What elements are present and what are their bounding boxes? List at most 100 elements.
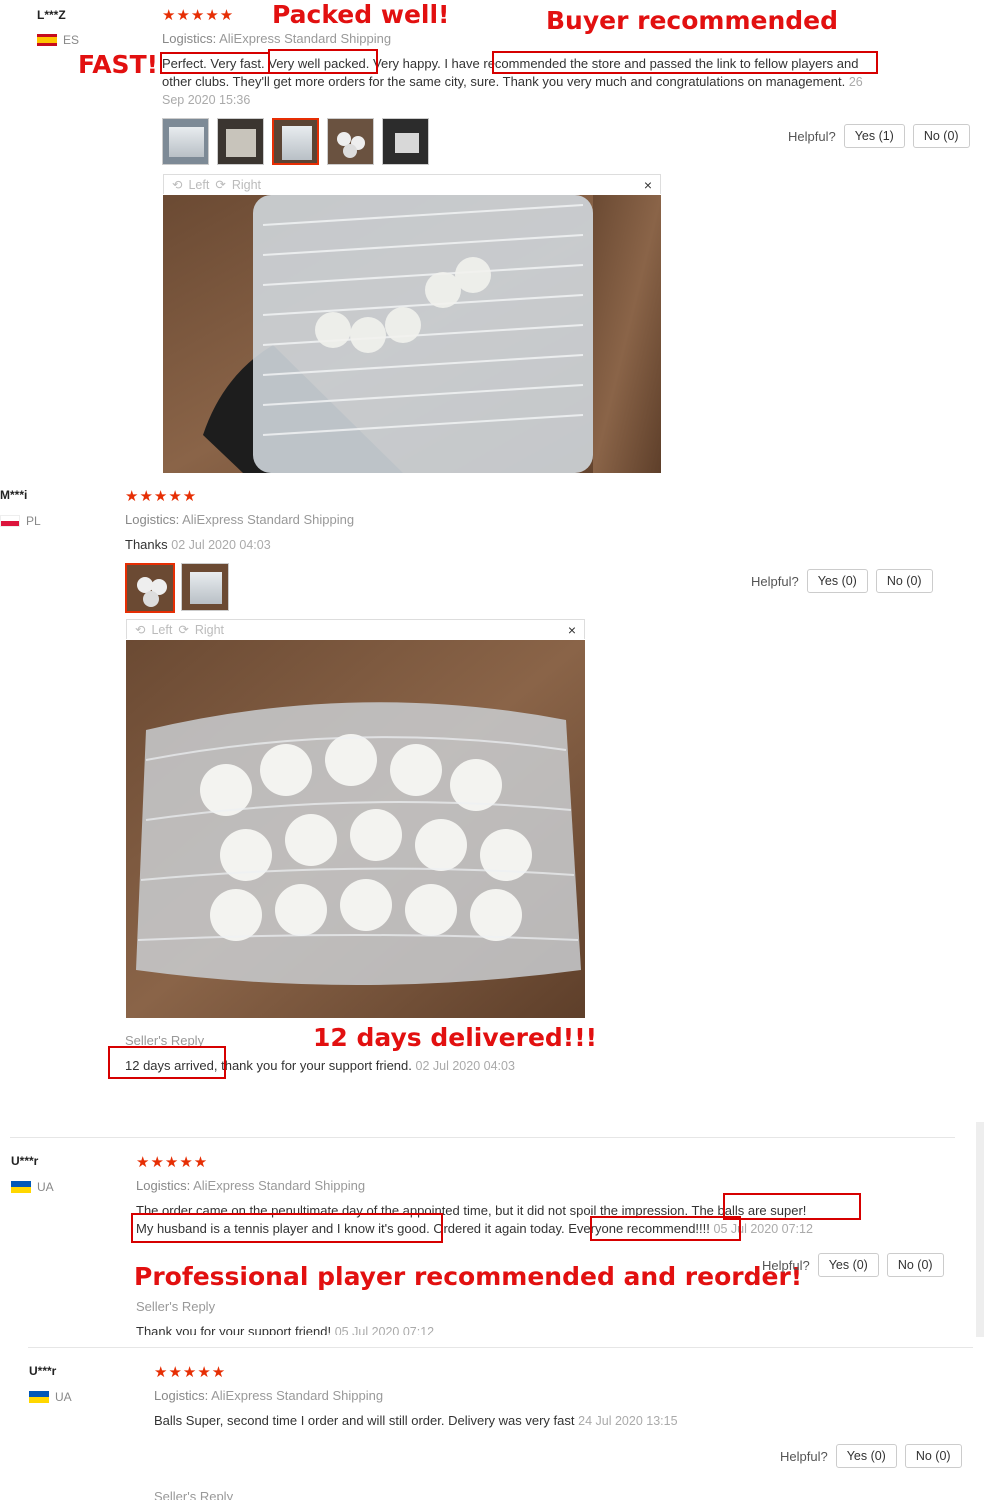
review-text-part: Thanks — [125, 537, 168, 552]
review-text-part: Very happy. I have — [373, 56, 480, 71]
scrollbar-track[interactable] — [976, 1122, 984, 1337]
rotate-right-icon[interactable]: ⟳ — [178, 622, 188, 637]
photo-thumbnails — [162, 118, 429, 165]
reviewer-country: PL — [0, 514, 41, 528]
reviewer-name: M***i — [0, 488, 28, 502]
photo-thumbnail[interactable] — [327, 118, 374, 165]
rotate-left-label[interactable]: Left — [151, 623, 172, 637]
highlight-box — [590, 1216, 741, 1241]
reviewer-country: UA — [29, 1390, 72, 1404]
rotate-right-icon[interactable]: ⟳ — [215, 177, 225, 192]
seller-reply-body: Thank you for your support friend! — [136, 1324, 332, 1335]
helpful-section: Helpful? Yes (0) No (0) — [762, 1253, 944, 1277]
logistics-info: Logistics: AliExpress Standard Shipping — [154, 1388, 383, 1403]
annotation-twelve-days: 12 days delivered!!! — [313, 1023, 597, 1052]
photo-viewer-toolbar: ⟲ Left ⟳ Right × — [163, 174, 661, 194]
reviewer-name: U***r — [29, 1364, 57, 1378]
logistics-value: AliExpress Standard Shipping — [193, 1178, 366, 1193]
rotate-left-icon[interactable]: ⟲ — [135, 622, 145, 637]
country-code: PL — [26, 514, 41, 528]
poland-flag-icon — [0, 515, 20, 527]
annotation-buyer: Buyer recommended — [546, 6, 839, 35]
review-date: 02 Jul 2020 04:03 — [171, 538, 271, 552]
country-code: UA — [37, 1180, 54, 1194]
star-rating: ★★★★★ — [136, 1154, 209, 1171]
logistics-label: Logistics: — [125, 512, 180, 527]
logistics-value: AliExpress Standard Shipping — [219, 31, 392, 46]
helpful-no-button[interactable]: No (0) — [875, 569, 933, 593]
logistics-label: Logistics: — [154, 1388, 209, 1403]
reviewer-name: L***Z — [37, 8, 66, 22]
review-divider — [28, 1347, 973, 1348]
reviewer-country: UA — [11, 1180, 54, 1194]
review-text-part: Ordered it again today. — [433, 1221, 565, 1236]
helpful-no-button[interactable]: No (0) — [904, 1444, 962, 1468]
review-text: Thanks 02 Jul 2020 04:03 — [125, 536, 271, 554]
highlight-box — [492, 51, 878, 74]
seller-reply-label: Seller's Reply — [154, 1489, 234, 1500]
country-code: UA — [55, 1390, 72, 1404]
helpful-no-button[interactable]: No (0) — [886, 1253, 944, 1277]
helpful-yes-button[interactable]: Yes (0) — [806, 569, 868, 593]
seller-reply-text: Thank you for your support friend! 05 Ju… — [136, 1323, 434, 1335]
logistics-info: Logistics: AliExpress Standard Shipping — [162, 31, 391, 46]
highlight-box — [108, 1046, 226, 1079]
annotation-packed: Packed well! — [272, 0, 450, 29]
rotate-right-label[interactable]: Right — [195, 623, 224, 637]
spain-flag-icon — [37, 34, 57, 46]
ukraine-flag-icon — [29, 1391, 49, 1403]
logistics-value: AliExpress Standard Shipping — [211, 1388, 384, 1403]
helpful-yes-button[interactable]: Yes (0) — [817, 1253, 879, 1277]
rotate-right-label[interactable]: Right — [232, 178, 261, 192]
helpful-yes-button[interactable]: Yes (1) — [843, 124, 905, 148]
helpful-label: Helpful? — [780, 1448, 828, 1464]
seller-reply-label: Seller's Reply — [136, 1299, 216, 1314]
annotation-professional: Professional player recommended and reor… — [134, 1262, 803, 1291]
highlight-box — [160, 52, 270, 74]
logistics-info: Logistics: AliExpress Standard Shipping — [125, 512, 354, 527]
annotation-fast: FAST! — [78, 50, 159, 79]
review-text: Balls Super, second time I order and wil… — [154, 1412, 678, 1430]
photo-viewer-toolbar: ⟲ Left ⟳ Right × — [126, 619, 585, 639]
photo-thumbnail-selected[interactable] — [125, 563, 175, 613]
review-text-part: Balls Super, second time I order and wil… — [154, 1413, 575, 1428]
logistics-label: Logistics: — [136, 1178, 191, 1193]
photo-thumbnail[interactable] — [162, 118, 209, 165]
review-photo-large — [126, 640, 585, 1018]
helpful-no-button[interactable]: No (0) — [912, 124, 970, 148]
logistics-value: AliExpress Standard Shipping — [182, 512, 355, 527]
reviewer-country: ES — [37, 33, 79, 47]
photo-thumbnail-selected[interactable] — [272, 118, 319, 165]
helpful-label: Helpful? — [751, 573, 799, 589]
review-date: 24 Jul 2020 13:15 — [578, 1414, 678, 1428]
seller-reply-date: 02 Jul 2020 04:03 — [415, 1059, 515, 1073]
packaging-photo — [126, 640, 585, 1018]
highlight-box — [723, 1193, 861, 1220]
star-rating: ★★★★★ — [154, 1364, 227, 1381]
rotate-left-label[interactable]: Left — [188, 178, 209, 192]
helpful-yes-button[interactable]: Yes (0) — [835, 1444, 897, 1468]
country-code: ES — [63, 33, 80, 47]
helpful-label: Helpful? — [788, 128, 836, 144]
reviewer-name: U***r — [11, 1154, 39, 1168]
helpful-section: Helpful? Yes (0) No (0) — [751, 569, 933, 593]
close-icon[interactable]: × — [568, 622, 576, 638]
highlight-box — [268, 49, 378, 74]
helpful-section: Helpful? Yes (0) No (0) — [780, 1444, 962, 1468]
photo-thumbnails — [125, 563, 229, 613]
photo-thumbnail[interactable] — [217, 118, 264, 165]
ukraine-flag-icon — [11, 1181, 31, 1193]
highlight-box — [131, 1213, 443, 1243]
review-divider — [10, 1137, 955, 1138]
helpful-label: Helpful? — [762, 1257, 810, 1273]
review-photo-large — [163, 195, 661, 473]
review-text-part: management. — [765, 74, 846, 89]
photo-thumbnail[interactable] — [382, 118, 429, 165]
helpful-section: Helpful? Yes (1) No (0) — [788, 124, 970, 148]
logistics-label: Logistics: — [162, 31, 217, 46]
logistics-info: Logistics: AliExpress Standard Shipping — [136, 1178, 365, 1193]
packaging-photo — [163, 195, 661, 473]
photo-thumbnail[interactable] — [181, 563, 229, 611]
close-icon[interactable]: × — [644, 177, 652, 193]
rotate-left-icon[interactable]: ⟲ — [172, 177, 182, 192]
